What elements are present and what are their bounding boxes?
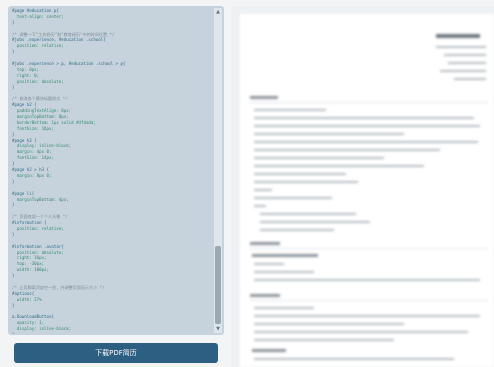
preview-text-block: [254, 149, 440, 151]
preview-text-block: [254, 189, 272, 191]
scroll-up-arrow-icon[interactable]: ▲: [214, 8, 222, 16]
scrollbar-thumb[interactable]: [215, 246, 221, 324]
preview-subtitle-block: [252, 349, 286, 352]
preview-text-block: [254, 133, 404, 135]
css-code-text[interactable]: #page #education p{ text-align: center;}…: [12, 8, 210, 334]
preview-text-block: [254, 358, 454, 360]
preview-text-block: [254, 263, 284, 265]
css-editor[interactable]: #page #education p{ text-align: center;}…: [8, 6, 224, 335]
preview-subtitle-block: [252, 254, 318, 257]
preview-text-block: [254, 339, 394, 341]
preview-text-block: [260, 221, 370, 223]
preview-section-title: [250, 294, 280, 297]
scroll-down-arrow-icon[interactable]: ▼: [214, 325, 222, 333]
preview-name-block: [436, 34, 480, 38]
preview-text-block: [254, 181, 358, 183]
resume-preview-page: [240, 14, 494, 367]
resume-editor-app: #page #education p{ text-align: center;}…: [0, 0, 494, 367]
preview-text-block: [436, 46, 486, 48]
preview-text-block: [254, 205, 266, 207]
preview-text-block: [254, 165, 424, 167]
preview-text-block: [444, 54, 486, 56]
preview-text-block: [254, 117, 474, 119]
preview-text-block: [260, 229, 334, 231]
preview-text-block: [448, 62, 486, 64]
preview-text-block: [254, 109, 326, 111]
preview-section-title: [250, 96, 278, 99]
preview-section-title: [250, 242, 280, 245]
preview-text-block: [254, 307, 314, 309]
preview-divider: [250, 300, 488, 301]
preview-text-block: [254, 141, 478, 143]
preview-text-block: [254, 331, 468, 333]
code-line: }: [12, 332, 210, 334]
preview-text-block: [454, 78, 486, 80]
preview-text-block: [440, 70, 486, 72]
preview-text-block: [254, 197, 332, 199]
preview-text-block: [254, 173, 346, 175]
preview-text-block: [260, 213, 356, 215]
preview-text-block: [254, 279, 480, 281]
resume-preview-panel: [231, 6, 494, 367]
preview-text-block: [254, 323, 404, 325]
preview-text-block: [254, 125, 480, 127]
preview-text-block: [254, 271, 314, 273]
preview-divider: [250, 248, 488, 249]
download-pdf-button[interactable]: 下载PDF简历: [14, 343, 218, 363]
preview-divider: [250, 102, 488, 103]
editor-scrollbar[interactable]: ▲ ▼: [214, 8, 222, 333]
preview-text-block: [254, 315, 480, 317]
preview-text-block: [254, 157, 384, 159]
